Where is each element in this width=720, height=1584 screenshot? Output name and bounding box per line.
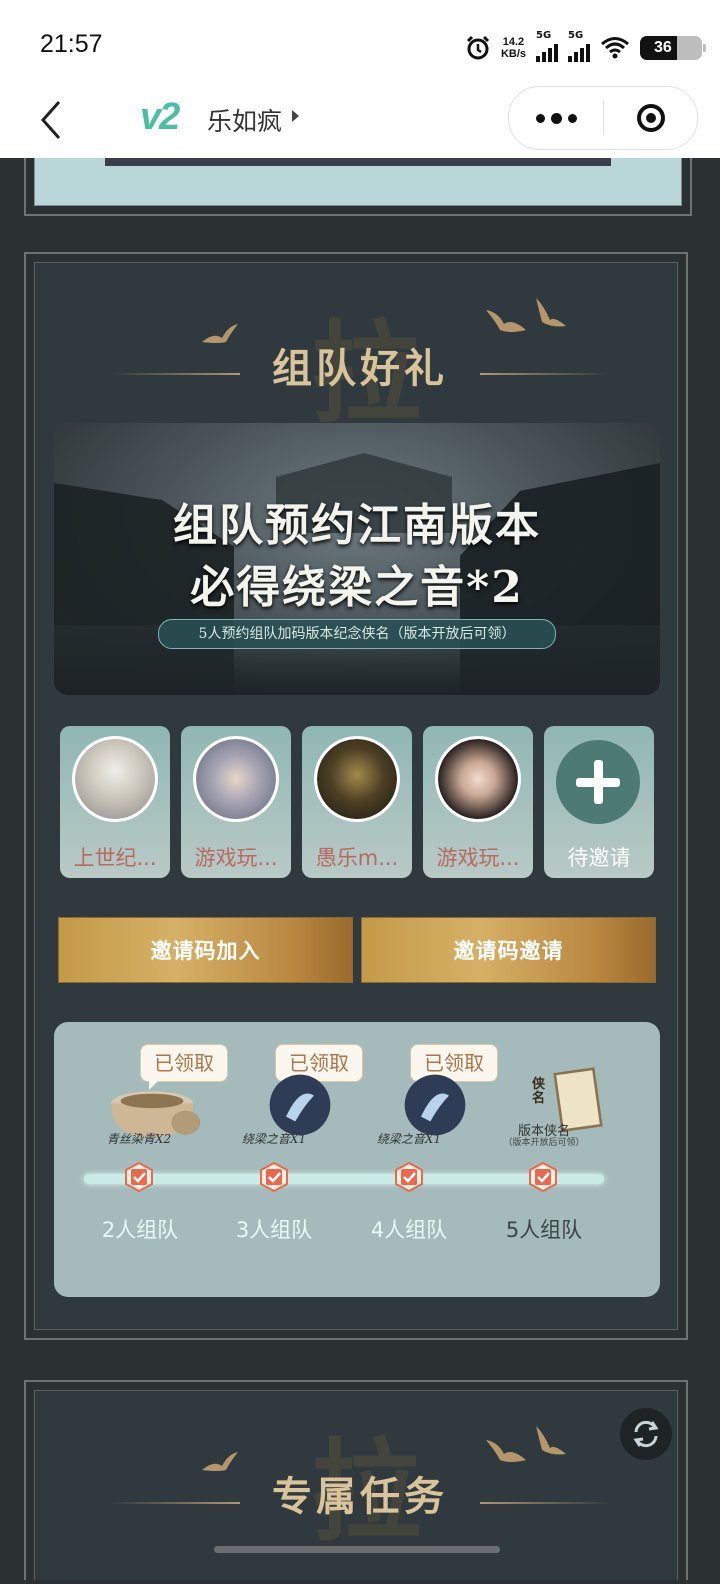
check-icon	[125, 1162, 153, 1192]
check-icon	[260, 1162, 288, 1192]
refresh-icon	[633, 1420, 659, 1448]
banner-ribbon: 5人预约组队加码版本纪念侠名（版本开放后可领）	[158, 619, 556, 649]
reward-name: 绕梁之音X1	[241, 1132, 307, 1146]
invite-by-code-button[interactable]: 邀请码邀请	[361, 917, 656, 983]
white-haired-elder-avatar	[75, 739, 155, 819]
member-name: 游戏玩...	[194, 846, 278, 870]
back-button[interactable]	[26, 90, 76, 150]
app-logo: v2	[140, 96, 180, 138]
nav-bar: v2 乐如疯	[0, 86, 720, 158]
promo-banner: 组队预约江南版本 必得绕梁之音*2 5人预约组队加码版本纪念侠名（版本开放后可领…	[54, 423, 660, 695]
banner-headline: 组队预约江南版本	[173, 500, 541, 551]
member-card[interactable]: 游戏玩...	[181, 726, 291, 878]
swallow-icon	[536, 1426, 566, 1455]
network-speed: 14.2 KB/s	[501, 36, 526, 60]
home-indicator[interactable]	[214, 1546, 500, 1553]
caret-right-icon[interactable]	[292, 110, 299, 122]
refresh-button[interactable]	[620, 1408, 672, 1460]
status-time: 21:57	[40, 30, 103, 58]
status-icons: 14.2 KB/s 5G 5G 36	[465, 30, 706, 66]
member-name: 游戏玩...	[436, 846, 520, 870]
section-title: 组队好礼	[272, 345, 448, 392]
banner-subheadline: 必得绕梁之音*2	[190, 562, 524, 613]
avatar	[72, 736, 158, 822]
member-card[interactable]: 愚乐m...	[302, 726, 412, 878]
previous-panel	[24, 158, 692, 216]
silver-haired-youth-avatar	[196, 739, 276, 819]
member-name: 上世纪...	[73, 846, 157, 870]
miniapp-capsule	[508, 86, 698, 150]
masked-demon-avatar	[317, 739, 397, 819]
reward-note: （版本开放后可领）	[503, 1138, 585, 1148]
member-card[interactable]: 上世纪...	[60, 726, 170, 878]
net-speed-value: 14.2	[502, 36, 525, 48]
reward-name: 青丝染青X2	[106, 1132, 172, 1146]
member-name: 愚乐m...	[315, 846, 399, 870]
section-title: 专属任务	[272, 1473, 448, 1520]
invite-slot-card[interactable]: 待邀请	[544, 726, 654, 878]
avatar	[435, 736, 521, 822]
avatar	[314, 736, 400, 822]
check-icon	[529, 1162, 557, 1192]
scroll-text: 侠名	[532, 1077, 546, 1106]
check-icon	[395, 1162, 423, 1192]
progress-track	[84, 1174, 604, 1184]
signal-label: 5G	[568, 30, 584, 41]
team-rewards-box: 已领取 已领取 已领取 侠名 青丝染青X2 绕梁之音X1 绕梁之音X1 版本侠名…	[54, 1022, 660, 1297]
signal-icon: 5G	[536, 30, 558, 62]
reward-name: 绕梁之音X1	[376, 1132, 442, 1146]
status-bar: 21:57 14.2 KB/s 5G 5G 36	[0, 0, 720, 90]
milestone-label: 3人组队	[235, 1218, 313, 1242]
avatar	[193, 736, 279, 822]
close-miniapp-button[interactable]	[604, 87, 697, 149]
signal-icon: 5G	[568, 30, 590, 62]
net-speed-unit: KB/s	[500, 48, 526, 60]
alarm-icon	[466, 35, 489, 60]
more-button[interactable]	[509, 87, 603, 149]
chevron-left-icon	[40, 101, 61, 139]
invite-slot-label: 待邀请	[567, 846, 631, 870]
target-icon	[636, 104, 665, 132]
join-by-code-button[interactable]: 邀请码加入	[58, 917, 353, 983]
milestone-label: 2人组队	[101, 1218, 179, 1242]
milestone-label: 5人组队	[505, 1218, 583, 1242]
wifi-icon	[601, 37, 629, 59]
dark-haired-woman-avatar	[438, 739, 518, 819]
member-card[interactable]: 游戏玩...	[423, 726, 533, 878]
milestone-label: 4人组队	[370, 1218, 448, 1242]
plus-icon	[556, 740, 640, 824]
swallow-icon	[536, 298, 566, 327]
nav-title[interactable]: 乐如疯	[207, 102, 282, 138]
battery-icon: 36	[640, 36, 706, 60]
signal-label: 5G	[536, 30, 552, 41]
battery-level: 36	[654, 39, 672, 56]
